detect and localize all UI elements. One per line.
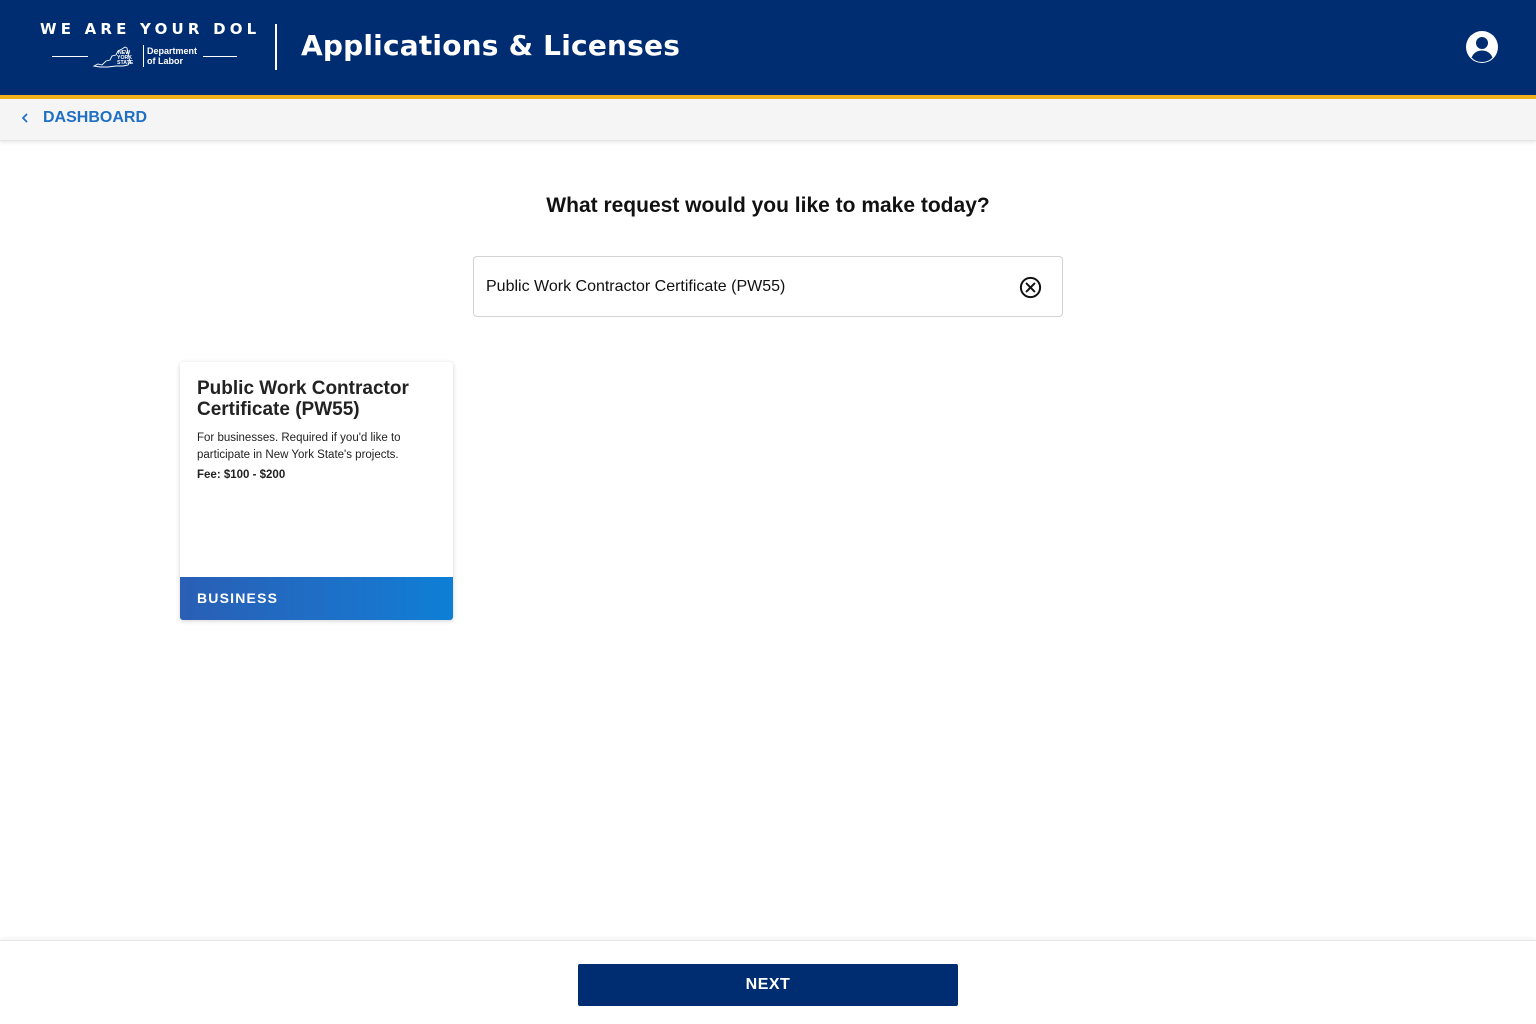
footer-action-bar: NEXT <box>0 940 1536 1024</box>
result-card-fee: Fee: $100 - $200 <box>197 469 286 481</box>
result-card-title: Public Work Contractor Certificate (PW55… <box>197 378 409 420</box>
header-divider <box>275 24 277 70</box>
chevron-left-icon <box>22 113 28 123</box>
clear-circle-x-icon[interactable] <box>1019 276 1042 299</box>
request-search-box <box>473 256 1063 317</box>
breadcrumb: DASHBOARD <box>0 99 1536 141</box>
app-header: WE ARE YOUR DOL NEW YORK STATE Departmen… <box>0 0 1536 95</box>
dept-line-1: Department <box>147 46 198 56</box>
account-circle-icon[interactable] <box>1465 30 1499 64</box>
logo-subline: NEW YORK STATE Department of Labor <box>40 44 255 68</box>
logo-department: Department of Labor <box>147 46 197 66</box>
breadcrumb-label: DASHBOARD <box>43 109 147 126</box>
next-button[interactable]: NEXT <box>578 964 958 1006</box>
result-card[interactable]: Public Work Contractor Certificate (PW55… <box>180 362 453 620</box>
breadcrumb-dashboard-link[interactable]: DASHBOARD <box>20 109 147 127</box>
dol-logo[interactable]: WE ARE YOUR DOL NEW YORK STATE Departmen… <box>40 20 261 72</box>
page-title: What request would you like to make toda… <box>546 194 990 217</box>
dept-line-2: of Labor <box>147 56 183 66</box>
logo-tagline: WE ARE YOUR DOL <box>40 20 261 38</box>
state-mark-state: STATE <box>117 60 134 66</box>
result-card-description: For businesses. Required if you'd like t… <box>197 432 401 461</box>
result-card-category: BUSINESS <box>197 590 279 606</box>
logo-rule <box>52 55 88 57</box>
nys-state-outline-icon: NEW YORK STATE <box>92 46 134 68</box>
logo-divider <box>143 45 144 67</box>
logo-rule <box>203 55 238 57</box>
app-title: Applications & Licenses <box>301 29 681 62</box>
request-search-input[interactable] <box>486 271 1006 303</box>
result-card-category-bar: BUSINESS <box>180 577 453 620</box>
